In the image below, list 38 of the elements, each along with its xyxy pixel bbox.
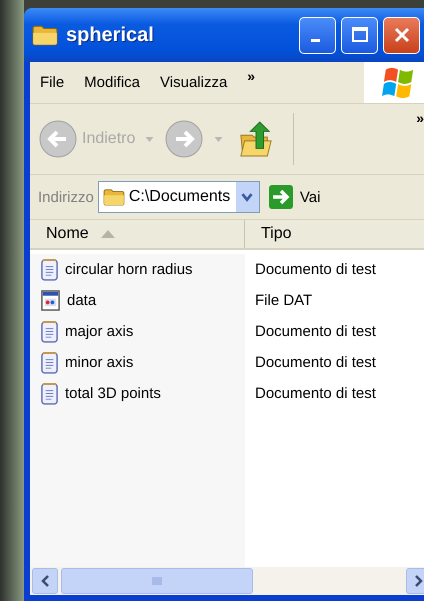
window-title: spherical [66, 24, 154, 46]
go-button[interactable]: Vai [268, 184, 320, 210]
grip-icon [152, 577, 162, 585]
table-cell-text: Documento di test [255, 322, 377, 342]
menu-item[interactable]: » [237, 68, 266, 84]
scroll-thumb[interactable] [61, 568, 253, 594]
chevron-left-icon [40, 575, 50, 587]
column-header[interactable]: Nome [30, 220, 245, 248]
folder-icon [32, 24, 58, 46]
chevron-right-icon [414, 575, 424, 587]
table-cell-text: Documento di test [255, 384, 377, 404]
close-button[interactable] [383, 16, 420, 54]
notepad-icon [40, 382, 59, 405]
minimize-icon [311, 38, 320, 42]
column-header[interactable]: Tipo [245, 220, 292, 248]
filename-entry[interactable]: total 3D points [40, 378, 245, 409]
notepad-icon [40, 258, 59, 281]
maximize-button[interactable] [341, 16, 378, 54]
menu-item[interactable]: File [30, 74, 74, 91]
folder-up-icon[interactable] [239, 119, 274, 159]
filename-entry[interactable]: data [40, 285, 245, 316]
filename-entry[interactable]: circular horn radius [40, 254, 245, 285]
notepad-icon [40, 320, 59, 343]
address-label: Indirizzo [38, 188, 94, 206]
filename-entry[interactable]: major axis [40, 316, 245, 347]
window-file-icon [40, 289, 61, 312]
maximize-icon [350, 25, 370, 45]
horizontal-scrollbar[interactable] [30, 567, 424, 595]
scroll-left-button[interactable] [32, 568, 58, 594]
menu-item[interactable]: Visualizza [150, 74, 238, 91]
table-cell-text: Documento di test [255, 353, 377, 373]
filename-entry[interactable]: minor axis [40, 347, 245, 378]
toolbar-overflow[interactable]: » [416, 110, 424, 126]
table-cell-text: Documento di test [255, 260, 377, 280]
minimize-button[interactable] [299, 16, 336, 54]
menu-item[interactable]: Modifica [74, 74, 150, 91]
table-cell-text: File DAT [255, 291, 314, 311]
notepad-icon [40, 351, 59, 374]
